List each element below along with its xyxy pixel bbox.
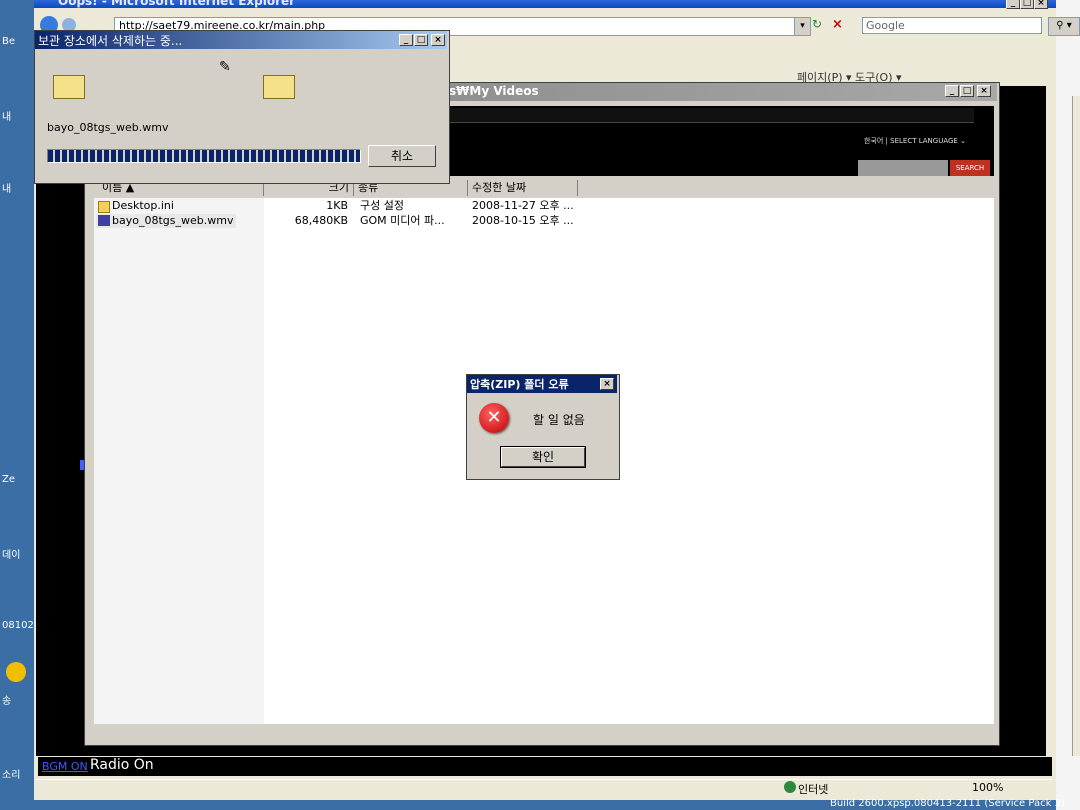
maximize-button[interactable]: □ bbox=[1020, 0, 1034, 9]
cancel-button[interactable]: 취소 bbox=[368, 145, 436, 167]
close-button[interactable]: × bbox=[600, 378, 614, 390]
minimize-button[interactable]: _ bbox=[945, 85, 959, 97]
ini-file-icon bbox=[98, 201, 110, 213]
zip-error-dialog: 압축(ZIP) 폴더 오류 × ✕ 할 일 없음 확인 bbox=[466, 374, 620, 480]
minimize-button[interactable]: _ bbox=[399, 34, 413, 46]
close-button[interactable]: × bbox=[977, 85, 991, 97]
list-item[interactable]: Desktop.ini 1KB 구성 설정 2008-11-27 오후 ... bbox=[94, 199, 594, 213]
desktop-icon-label[interactable]: Ze bbox=[2, 474, 15, 485]
desktop-icon-label[interactable]: 데이 bbox=[2, 546, 20, 561]
status-bar bbox=[36, 779, 1052, 800]
close-button[interactable]: × bbox=[1034, 0, 1048, 9]
file-name: Desktop.ini bbox=[112, 199, 174, 212]
close-button[interactable]: × bbox=[431, 34, 445, 46]
address-dropdown[interactable]: ▾ bbox=[794, 17, 811, 36]
file-type: GOM 미디어 파... bbox=[360, 214, 445, 227]
radio-bar bbox=[38, 757, 1052, 776]
error-title-bar[interactable]: 압축(ZIP) 폴더 오류 bbox=[467, 375, 617, 393]
destination-folder-icon bbox=[263, 75, 295, 99]
file-modified: 2008-11-27 오후 ... bbox=[472, 199, 574, 212]
ie-title: Oops! - Microsoft Internet Explorer bbox=[58, 0, 296, 8]
file-name: bayo_08tgs_web.wmv bbox=[112, 214, 234, 227]
maximize-button[interactable]: □ bbox=[960, 85, 974, 97]
file-list-name-column bbox=[94, 198, 264, 724]
maximize-button[interactable]: □ bbox=[414, 34, 428, 46]
progress-title-bar[interactable]: 보관 장소에서 삭제하는 중... bbox=[35, 31, 447, 49]
column-modified[interactable]: 수정한 날짜 bbox=[468, 180, 578, 196]
page-scrollbar[interactable] bbox=[1072, 96, 1080, 756]
desktop-icon-label[interactable]: 내 bbox=[2, 108, 11, 123]
file-modified: 2008-10-15 오후 ... bbox=[472, 214, 574, 227]
desktop-icon-label[interactable]: 송 bbox=[2, 692, 11, 707]
progress-bar bbox=[47, 149, 361, 163]
error-title: 압축(ZIP) 폴더 오류 bbox=[470, 378, 569, 391]
minimize-button[interactable]: _ bbox=[1006, 0, 1020, 9]
desktop-icon-label[interactable]: 소리 bbox=[2, 766, 20, 781]
error-icon: ✕ bbox=[479, 403, 509, 433]
media-file-icon bbox=[98, 215, 110, 226]
stop-icon[interactable]: × bbox=[832, 17, 848, 34]
file-size: 68,480KB bbox=[294, 214, 348, 227]
error-message: 할 일 없음 bbox=[533, 413, 585, 427]
desktop-icon-label[interactable]: 내 bbox=[2, 180, 11, 195]
progress-file-name: bayo_08tgs_web.wmv bbox=[47, 121, 169, 134]
refresh-icon[interactable]: ↻ bbox=[812, 17, 828, 34]
search-icon[interactable]: ⚲ ▾ bbox=[1048, 17, 1080, 36]
progress-title: 보관 장소에서 삭제하는 중... bbox=[38, 34, 183, 48]
language-selector[interactable]: 한국어 | SELECT LANGUAGE ⌄ bbox=[864, 136, 966, 146]
file-size: 1KB bbox=[326, 199, 348, 212]
bgm-toggle[interactable]: BGM ON bbox=[42, 760, 88, 773]
desktop-icon-label[interactable]: Be bbox=[2, 36, 15, 47]
flying-paper-icon: ✎ bbox=[219, 59, 231, 75]
zoom-level[interactable]: 100% bbox=[972, 781, 1003, 794]
desktop-icon-label[interactable]: 08102 bbox=[2, 620, 34, 631]
site-search-input[interactable] bbox=[858, 160, 948, 176]
status-zone: 인터넷 bbox=[798, 783, 829, 796]
list-item[interactable]: bayo_08tgs_web.wmv 68,480KB GOM 미디어 파...… bbox=[94, 214, 594, 228]
radio-label: Radio On bbox=[90, 757, 154, 773]
internet-zone-icon bbox=[784, 781, 796, 793]
page-left-margin bbox=[66, 96, 82, 756]
ok-button[interactable]: 확인 bbox=[500, 446, 586, 468]
source-folder-icon bbox=[53, 75, 85, 99]
search-input[interactable]: Google bbox=[862, 17, 1042, 34]
site-search-button[interactable]: SEARCH bbox=[950, 160, 990, 176]
ie-title-bar[interactable]: Oops! - Microsoft Internet Explorer bbox=[34, 0, 1056, 8]
file-type: 구성 설정 bbox=[360, 199, 404, 212]
delete-progress-dialog: 보관 장소에서 삭제하는 중... _ □ × ✎ bayo_08tgs_web… bbox=[34, 30, 450, 184]
build-watermark: Build 2600.xpsp.080413-2111 (Service Pac… bbox=[830, 798, 1065, 809]
explorer-title: s₩My Videos bbox=[449, 84, 539, 98]
desktop-app-icon[interactable] bbox=[6, 662, 26, 682]
